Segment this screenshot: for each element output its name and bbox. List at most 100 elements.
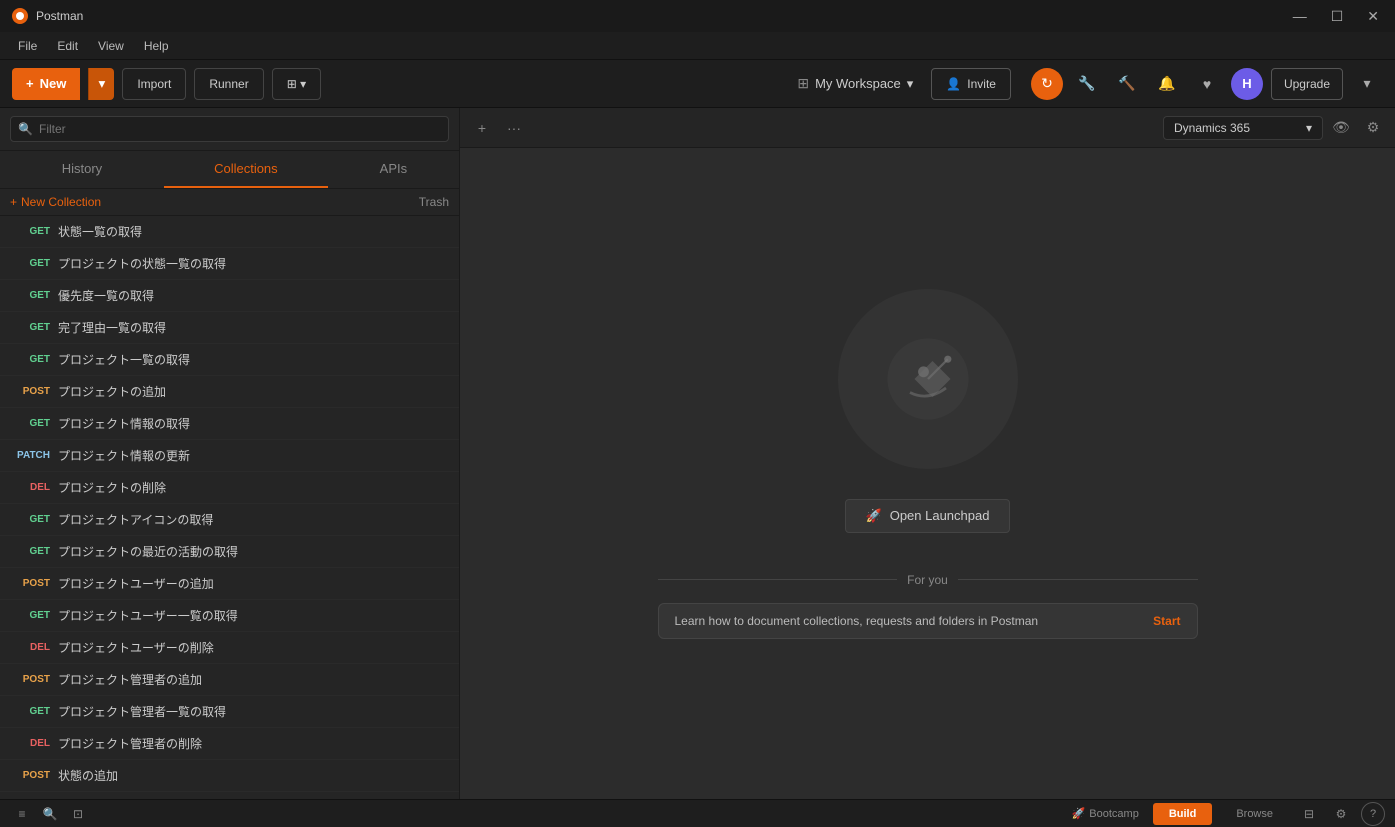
chevron-down-icon: ▾ xyxy=(98,76,105,92)
table-row[interactable]: POST プロジェクトユーザーの追加 xyxy=(0,568,459,600)
table-row[interactable]: GET プロジェクトの状態一覧の取得 xyxy=(0,248,459,280)
env-settings-button[interactable]: ⚙ xyxy=(1359,114,1387,142)
for-you-divider: For you xyxy=(658,573,1198,587)
launchpad-icon: 🚀 xyxy=(866,508,882,524)
table-row[interactable]: POST 状態の追加 xyxy=(0,760,459,792)
start-button[interactable]: Start xyxy=(1153,614,1180,628)
menu-help[interactable]: Help xyxy=(134,35,179,57)
tab-history[interactable]: History xyxy=(0,151,164,188)
request-name: プロジェクトの状態一覧の取得 xyxy=(58,255,226,272)
layout-bottom-button[interactable]: ⊡ xyxy=(66,802,90,826)
add-tab-button[interactable]: + xyxy=(468,114,496,142)
method-badge: GET xyxy=(12,514,50,525)
search-bottom-button[interactable]: 🔍 xyxy=(38,802,62,826)
request-name: プロジェクトアイコンの取得 xyxy=(58,511,213,528)
menu-file[interactable]: File xyxy=(8,35,47,57)
request-name: プロジェクト情報の更新 xyxy=(58,447,190,464)
search-input[interactable] xyxy=(10,116,449,142)
table-row[interactable]: POST プロジェクト管理者の追加 xyxy=(0,664,459,696)
method-badge: GET xyxy=(12,706,50,717)
sync-button[interactable]: ↻ xyxy=(1031,68,1063,100)
request-name: プロジェクトの削除 xyxy=(58,479,166,496)
method-badge: GET xyxy=(12,418,50,429)
tab-apis[interactable]: APIs xyxy=(328,151,459,188)
table-row[interactable]: DEL プロジェクトの削除 xyxy=(0,472,459,504)
close-button[interactable]: ✕ xyxy=(1363,8,1383,25)
more-options-button[interactable]: ··· xyxy=(500,114,528,142)
workspace-chevron-icon: ▾ xyxy=(907,76,914,92)
upgrade-button[interactable]: Upgrade xyxy=(1271,68,1343,100)
bootcamp-button[interactable]: 🚀 Bootcamp xyxy=(1066,807,1145,820)
invite-button[interactable]: 👤 Invite xyxy=(931,68,1011,100)
bootcamp-icon: 🚀 xyxy=(1072,807,1086,820)
table-row[interactable]: DEL プロジェクト管理者の削除 xyxy=(0,728,459,760)
window-controls: — ☐ ✕ xyxy=(1289,8,1383,25)
request-name: プロジェクト一覧の取得 xyxy=(58,351,190,368)
request-name: 優先度一覧の取得 xyxy=(58,287,154,304)
request-name: プロジェクトユーザー一覧の取得 xyxy=(58,607,238,624)
main-area: 🔍 History Collections APIs + New Collect… xyxy=(0,108,1395,799)
import-button[interactable]: Import xyxy=(122,68,186,100)
divider-line-right xyxy=(958,579,1198,580)
table-row[interactable]: GET 完了理由一覧の取得 xyxy=(0,312,459,344)
help-button[interactable]: ? xyxy=(1361,802,1385,826)
browse-button[interactable]: Browse xyxy=(1220,803,1289,825)
two-pane-button[interactable]: ⊟ xyxy=(1297,802,1321,826)
table-row[interactable]: GET プロジェクトアイコンの取得 xyxy=(0,504,459,536)
content-tabs-bar: + ··· Dynamics 365 ▾ 👁 ⚙ xyxy=(460,108,1395,148)
app-title: Postman xyxy=(36,9,1281,23)
table-row[interactable]: GET 優先度一覧の取得 xyxy=(0,280,459,312)
new-button[interactable]: + New xyxy=(12,68,80,100)
sidebar: 🔍 History Collections APIs + New Collect… xyxy=(0,108,460,799)
for-you-card: Learn how to document collections, reque… xyxy=(658,603,1198,639)
minimize-button[interactable]: — xyxy=(1289,8,1311,25)
bell-button[interactable]: 🔔 xyxy=(1151,68,1183,100)
collections-toolbar: + New Collection Trash xyxy=(0,189,459,216)
settings-shortcut-button[interactable]: ⚙ xyxy=(1329,802,1353,826)
for-you-section: For you Learn how to document collection… xyxy=(578,553,1278,659)
request-name: プロジェクトの追加 xyxy=(58,383,166,400)
upgrade-chevron-button[interactable]: ▾ xyxy=(1351,68,1383,100)
method-badge: GET xyxy=(12,226,50,237)
table-row[interactable]: GET プロジェクト一覧の取得 xyxy=(0,344,459,376)
env-view-button[interactable]: 👁 xyxy=(1327,114,1355,142)
menu-view[interactable]: View xyxy=(88,35,134,57)
new-collection-button[interactable]: + New Collection xyxy=(10,195,101,209)
empty-state: 🚀 Open Launchpad For you Learn how to do… xyxy=(460,148,1395,799)
open-launchpad-button[interactable]: 🚀 Open Launchpad xyxy=(845,499,1011,533)
extra-button[interactable]: ⊞ ▾ xyxy=(272,68,321,100)
request-name: プロジェクト管理者一覧の取得 xyxy=(58,703,226,720)
wrench-button[interactable]: 🔧 xyxy=(1071,68,1103,100)
workspace-selector[interactable]: ⊞ My Workspace ▾ xyxy=(787,69,923,98)
table-row[interactable]: GET プロジェクト情報の取得 xyxy=(0,408,459,440)
request-name: プロジェクト管理者の削除 xyxy=(58,735,202,752)
avatar-button[interactable]: H xyxy=(1231,68,1263,100)
new-collection-plus-icon: + xyxy=(10,195,17,209)
table-row[interactable]: PATCH プロジェクト情報の更新 xyxy=(0,440,459,472)
request-name: プロジェクト情報の取得 xyxy=(58,415,190,432)
new-dropdown-button[interactable]: ▾ xyxy=(88,68,114,100)
request-name: プロジェクトの最近の活動の取得 xyxy=(58,543,238,560)
sidebar-toggle-button[interactable]: ≡ xyxy=(10,802,34,826)
menu-edit[interactable]: Edit xyxy=(47,35,88,57)
heart-button[interactable]: ♥ xyxy=(1191,68,1223,100)
request-name: 状態の追加 xyxy=(58,767,118,784)
plus-icon: + xyxy=(26,76,34,91)
method-badge: POST xyxy=(12,674,50,685)
maximize-button[interactable]: ☐ xyxy=(1327,8,1348,25)
build-button[interactable]: Build xyxy=(1153,803,1213,825)
trash-button[interactable]: Trash xyxy=(419,195,449,209)
tab-collections[interactable]: Collections xyxy=(164,151,328,188)
table-row[interactable]: GET プロジェクトユーザー一覧の取得 xyxy=(0,600,459,632)
table-row[interactable]: GET プロジェクトの最近の活動の取得 xyxy=(0,536,459,568)
table-row[interactable]: GET 状態一覧の取得 xyxy=(0,216,459,248)
toolbar-right: ↻ 🔧 🔨 🔔 ♥ H Upgrade ▾ xyxy=(1031,68,1383,100)
env-selector[interactable]: Dynamics 365 ▾ xyxy=(1163,116,1323,140)
wrench2-button[interactable]: 🔨 xyxy=(1111,68,1143,100)
table-row[interactable]: POST プロジェクトの追加 xyxy=(0,376,459,408)
postman-logo-large xyxy=(883,334,973,424)
runner-button[interactable]: Runner xyxy=(194,68,263,100)
table-row[interactable]: DEL プロジェクトユーザーの削除 xyxy=(0,632,459,664)
table-row[interactable]: GET プロジェクト管理者一覧の取得 xyxy=(0,696,459,728)
method-badge: POST xyxy=(12,770,50,781)
